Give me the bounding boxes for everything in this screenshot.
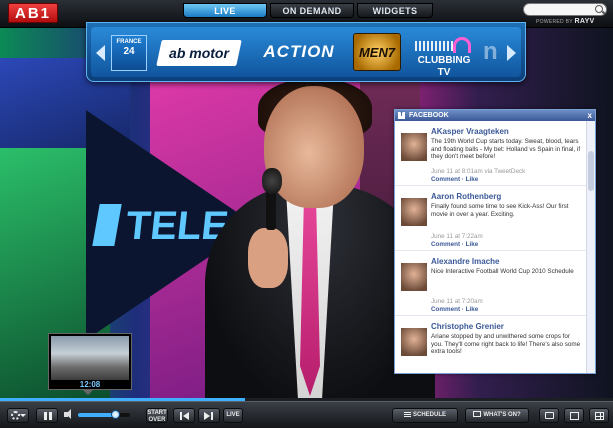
post-text: Ariane stopped by and unwithered some cr…	[431, 333, 581, 355]
previous-button[interactable]	[173, 408, 195, 423]
settings-button[interactable]	[7, 408, 29, 423]
avatar[interactable]	[401, 263, 427, 291]
channel-action[interactable]: ACTION	[251, 37, 347, 67]
post-actions[interactable]: Comment · Like	[431, 241, 583, 249]
channel-france24-label: FRANCE	[116, 39, 142, 45]
post-time: June 11 at 7:22am	[431, 233, 483, 240]
start-over-label: START OVER	[147, 410, 167, 423]
tab-on-demand[interactable]: ON DEMAND	[270, 3, 354, 18]
grid-button[interactable]	[589, 408, 609, 423]
chat-button[interactable]	[539, 408, 559, 423]
chevron-down-icon	[20, 414, 26, 417]
facebook-widget-header: f FACEBOOK x	[395, 110, 595, 121]
powered-by: POWERED BY RAYV	[536, 18, 595, 26]
post-author[interactable]: AKasper Vraagteken	[431, 127, 583, 137]
feed-post: Alexandre Imache Nice Interactive Footba…	[395, 251, 587, 316]
facebook-widget: f FACEBOOK x AKasper Vraagteken The 19th…	[394, 109, 596, 374]
channel-ab1-motor-label: ab motor	[169, 45, 229, 61]
speaker-icon[interactable]	[64, 409, 71, 419]
powered-by-label: POWERED BY	[536, 19, 573, 25]
next-button[interactable]	[198, 408, 220, 423]
gear-icon	[11, 411, 20, 420]
post-text: The 19th World Cup starts today. Sweat, …	[431, 138, 581, 160]
facebook-scrollbar[interactable]	[586, 121, 595, 373]
avatar[interactable]	[401, 133, 427, 161]
channel-ab1-motor[interactable]: ab motor	[156, 40, 242, 66]
control-bar: START OVER LIVE SCHEDULE WHAT'S ON?	[0, 401, 613, 428]
post-actions[interactable]: Comment · Like	[431, 176, 583, 184]
schedule-button[interactable]: SCHEDULE	[392, 408, 458, 423]
channel-clubbing-tv[interactable]: CLUBBING TV	[411, 35, 477, 77]
preview-pointer-icon	[82, 389, 94, 395]
post-time: June 11 at 7:20am	[431, 298, 483, 305]
preview-image	[51, 336, 129, 380]
channel-men7[interactable]: MEN7	[353, 33, 401, 71]
seek-preview-thumbnail: 12:08	[48, 333, 132, 390]
post-time: June 11 at 8:01am via TweetDeck	[431, 168, 526, 175]
main-tabs: LIVE ON DEMAND WIDGETS	[183, 3, 433, 18]
carousel-next-icon[interactable]	[507, 45, 516, 61]
carousel-prev-icon[interactable]	[96, 45, 105, 61]
presenter-hand	[248, 228, 288, 288]
tab-live[interactable]: LIVE	[183, 3, 267, 18]
scrollbar-thumb[interactable]	[588, 151, 594, 191]
schedule-label: SCHEDULE	[412, 412, 446, 418]
feed-post: AKasper Vraagteken The 19th World Cup st…	[395, 121, 587, 186]
channel-france24[interactable]: FRANCE 24	[111, 35, 147, 71]
channel-next-partial[interactable]: n	[483, 37, 507, 67]
avatar[interactable]	[401, 328, 427, 356]
window-button[interactable]	[564, 408, 584, 423]
close-icon[interactable]: x	[588, 110, 592, 121]
equalizer-icon	[415, 41, 455, 51]
whats-on-button[interactable]: WHAT'S ON?	[465, 408, 529, 423]
search-input[interactable]	[523, 3, 607, 16]
chat-icon	[545, 412, 554, 419]
post-text: Nice Interactive Football World Cup 2010…	[431, 268, 574, 275]
pause-button[interactable]	[36, 408, 58, 423]
facebook-feed: AKasper Vraagteken The 19th World Cup st…	[395, 121, 587, 373]
feed-post: Aaron Rothenberg Finally found some time…	[395, 186, 587, 251]
microphone-handle	[266, 190, 276, 230]
channel-strip: FRANCE 24 ab motor ACTION MEN7 CLUBBING …	[91, 27, 521, 77]
post-actions[interactable]: Comment · Like	[431, 306, 583, 314]
app-logo: AB1	[8, 3, 59, 23]
post-author[interactable]: Christophe Grenier	[431, 322, 583, 332]
feed-post: Christophe Grenier Ariane stopped by and…	[395, 316, 587, 373]
window-icon	[570, 412, 579, 420]
microphone-icon	[262, 168, 282, 194]
grid-icon	[595, 412, 604, 420]
volume-fill	[78, 413, 116, 417]
tv-icon	[473, 411, 482, 417]
facebook-widget-title: FACEBOOK	[409, 112, 449, 119]
list-icon	[403, 412, 411, 417]
post-author[interactable]: Alexandre Imache	[431, 257, 583, 267]
volume-knob[interactable]	[111, 410, 121, 419]
facebook-icon: f	[398, 112, 405, 119]
powered-by-brand: RAYV	[574, 18, 595, 25]
post-author[interactable]: Aaron Rothenberg	[431, 192, 583, 202]
whats-on-label: WHAT'S ON?	[483, 412, 521, 418]
post-text: Finally found some time to see Kick-Ass!…	[431, 203, 569, 218]
channel-clubbing-tv-label: CLUBBING TV	[417, 55, 471, 77]
tab-widgets[interactable]: WIDGETS	[357, 3, 433, 18]
avatar[interactable]	[401, 198, 427, 226]
volume-slider[interactable]	[78, 410, 130, 419]
search-icon[interactable]	[595, 5, 603, 13]
start-over-button[interactable]: START OVER	[146, 408, 168, 423]
live-button[interactable]: LIVE	[223, 408, 243, 423]
headphones-icon	[453, 37, 471, 53]
channel-men7-label: MEN7	[358, 45, 396, 60]
channel-carousel: FRANCE 24 ab motor ACTION MEN7 CLUBBING …	[86, 22, 526, 82]
channel-france24-number: 24	[123, 46, 135, 57]
